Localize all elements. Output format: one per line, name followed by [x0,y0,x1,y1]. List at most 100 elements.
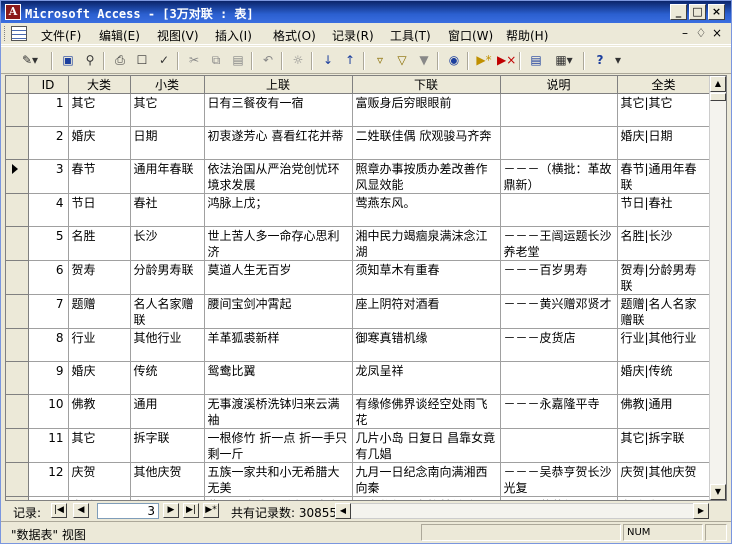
undo-icon[interactable]: ↶ [259,52,277,69]
sort-descending-icon[interactable]: ↑ [341,52,359,69]
cell-full-category[interactable]: 名胜|长沙 [617,226,711,261]
cell-minor-category[interactable]: 日期 [130,126,205,160]
menu-grip[interactable] [4,26,7,41]
column-header-id[interactable]: ID [28,76,69,94]
cell-lower-couplet[interactable]: 富贩身后穷眼眼前 [352,93,501,127]
cell-minor-category[interactable]: 其它 [130,93,205,127]
cell-full-category[interactable]: 春节|通用年春联 [617,159,711,194]
cut-icon[interactable]: ✂ [185,52,203,69]
cell-note[interactable]: －－－皮货店 [500,328,618,362]
menu-view[interactable]: 视图(V) [157,27,199,44]
row-selector[interactable] [6,394,29,429]
cell-full-category[interactable]: 庆贺|其他庆贺 [617,462,711,497]
table-row[interactable]: 9 婚庆 传统 鸳鸯比翼 龙凤呈祥 婚庆|传统 [6,361,711,395]
cell-upper-couplet[interactable]: 羊革狐裘新样 [204,328,353,362]
column-header-lower-couplet[interactable]: 下联 [352,76,501,94]
menu-insert[interactable]: 插入(I) [215,27,252,44]
maximize-button[interactable]: □ [689,4,706,20]
table-row[interactable]: 2 婚庆 日期 初衷遂芳心 喜看红花并蒂 二姓联佳偶 欣观骏马齐奔 婚庆|日期 [6,126,711,160]
cell-full-category[interactable]: 名胜|九江 [617,496,711,500]
cell-full-category[interactable]: 贺寿|分龄男寿联 [617,260,711,295]
cell-id[interactable]: 13 [28,496,69,500]
cell-note[interactable]: －－－蔡若虹题江西 [500,496,618,500]
cell-lower-couplet[interactable]: 几片小岛 日复日 昌靠女竟有几娼 [352,428,501,463]
cell-full-category[interactable]: 其它|其它 [617,93,711,127]
cell-minor-category[interactable]: 传统 [130,361,205,395]
scroll-up-button[interactable]: ▲ [710,76,726,92]
cell-lower-couplet[interactable]: 御寒真错机缘 [352,328,501,362]
menu-tools[interactable]: 工具(T) [390,27,431,44]
cell-id[interactable]: 6 [28,260,69,295]
cell-note[interactable] [500,361,618,395]
cell-id[interactable]: 9 [28,361,69,395]
cell-major-category[interactable]: 庆贺 [68,462,131,497]
save-icon[interactable]: ▣ [59,52,77,69]
cell-upper-couplet[interactable]: 鸿脉上戊； [204,193,353,227]
cell-full-category[interactable]: 佛教|通用 [617,394,711,429]
cell-minor-category[interactable]: 拆字联 [130,428,205,463]
row-selector[interactable] [6,93,29,127]
horizontal-scrollbar[interactable]: ◀ ▶ [335,503,709,519]
print-preview-icon[interactable]: ☐ [133,52,151,69]
cell-full-category[interactable]: 行业|其他行业 [617,328,711,362]
menu-format[interactable]: 格式(O) [273,27,316,44]
cell-upper-couplet[interactable]: 世上苦人多一命存心思利济 [204,226,353,261]
cell-major-category[interactable]: 名胜 [68,496,131,500]
database-window-icon[interactable]: ▤ [527,52,545,69]
cell-id[interactable]: 1 [28,93,69,127]
cell-upper-couplet[interactable]: 依法治国从严治党创忧环境求发展 [204,159,353,194]
scroll-right-button[interactable]: ▶ [693,503,709,519]
cell-id[interactable]: 8 [28,328,69,362]
cell-id[interactable]: 12 [28,462,69,497]
table-row[interactable]: 12 庆贺 其他庆贺 五族一家共和小无希腊大无美 九月一日纪念南向满湘西向秦 －－－吴恭亨… [6,462,711,497]
column-header-note[interactable]: 说明 [500,76,618,94]
cell-lower-couplet[interactable]: 有缘修佛界谈经空处雨飞花 [352,394,501,429]
cell-id[interactable]: 7 [28,294,69,329]
cell-minor-category[interactable]: 分龄男寿联 [130,260,205,295]
row-selector[interactable] [6,159,29,194]
cell-minor-category[interactable]: 名人名家赠联 [130,294,205,329]
row-selector[interactable] [6,361,29,395]
last-record-button[interactable]: ▶| [183,503,199,518]
scroll-down-button[interactable]: ▼ [710,484,726,500]
cell-full-category[interactable]: 题赠|名人名家赠联 [617,294,711,329]
row-selector[interactable] [6,496,29,500]
row-selector[interactable] [6,294,29,329]
column-header-full-category[interactable]: 全类 [617,76,711,94]
cell-lower-couplet[interactable]: 照章办事按质办差改善作风显效能 [352,159,501,194]
new-record-icon[interactable]: ▶* [475,52,493,69]
table-row[interactable]: 10 佛教 通用 无事渡溪桥洗钵归来云满袖 有缘修佛界谈经空处雨飞花 －－－永嘉隆平寺 佛教… [6,394,711,429]
column-header-major-category[interactable]: 大类 [68,76,131,94]
apply-filter-icon[interactable]: ▼ [415,52,433,69]
row-selector[interactable] [6,328,29,362]
cell-major-category[interactable]: 佛教 [68,394,131,429]
table-row[interactable]: 3 春节 通用年春联 依法治国从严治党创忧环境求发展 照章办事按质办差改善作风显效能 －－… [6,159,711,194]
new-record-button[interactable]: ▶* [203,503,219,518]
cell-major-category[interactable]: 题赠 [68,294,131,329]
cell-id[interactable]: 2 [28,126,69,160]
cell-lower-couplet[interactable]: 湘中民力竭痼泉满沫念江湖 [352,226,501,261]
find-icon[interactable]: ◉ [445,52,463,69]
row-selector[interactable] [6,193,29,227]
cell-note[interactable]: －－－（横批：革故鼎新） [500,159,618,194]
sort-ascending-icon[interactable]: ↓ [319,52,337,69]
cell-upper-couplet[interactable]: 五族一家共和小无希腊大无美 [204,462,353,497]
cell-minor-category[interactable]: 通用年春联 [130,159,205,194]
search-file-icon[interactable]: ⚲ [81,52,99,69]
toolbar-options-icon[interactable]: ▾ [613,52,623,69]
cell-note[interactable] [500,193,618,227]
cell-full-category[interactable]: 节日|春社 [617,193,711,227]
delete-record-icon[interactable]: ▶× [497,52,516,69]
cell-lower-couplet[interactable]: 五老依然不老笑甘棠酿酒 [352,496,501,500]
title-bar[interactable]: A Microsoft Access - [3万对联 : 表] _ □ × [1,1,731,23]
cell-major-category[interactable]: 名胜 [68,226,131,261]
cell-upper-couplet[interactable]: 腰间宝剑冲霄起 [204,294,353,329]
print-icon[interactable]: ⎙ [111,52,129,69]
cell-note[interactable]: －－－黄兴赠邓贤才 [500,294,618,329]
cell-minor-category[interactable]: 其他行业 [130,328,205,362]
cell-upper-couplet[interactable]: 无事渡溪桥洗钵归来云满袖 [204,394,353,429]
cell-full-category[interactable]: 婚庆|日期 [617,126,711,160]
filter-by-selection-icon[interactable]: ▿ [371,52,389,69]
table-row[interactable]: 6 贺寿 分龄男寿联 莫道人生无百岁 须知草木有重春 －－－百岁男寿 贺寿|分龄男寿联 [6,260,711,295]
menu-help[interactable]: 帮助(H) [506,27,548,44]
